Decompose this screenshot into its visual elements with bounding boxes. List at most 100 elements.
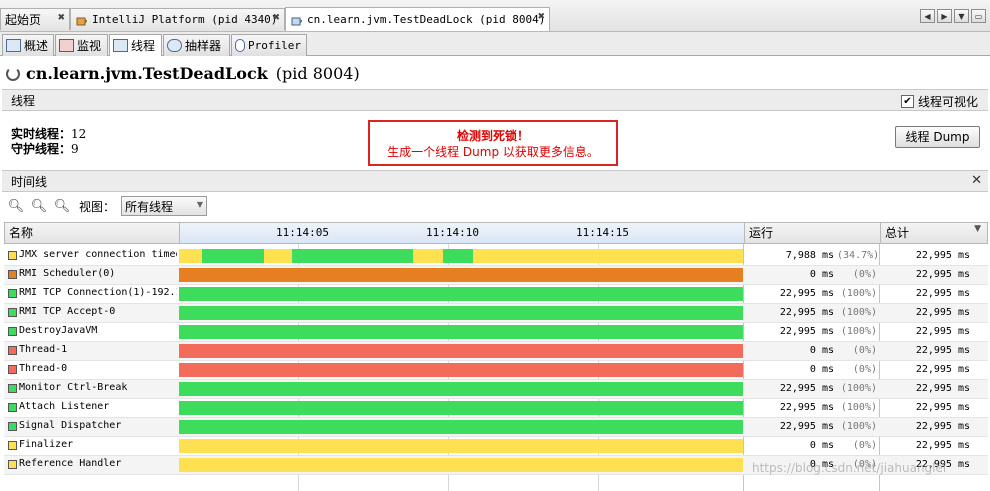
tab-test-deadlock[interactable]: cn.learn.jvm.TestDeadLock (pid 8004) ✖: [285, 7, 550, 31]
close-icon[interactable]: ✖: [537, 12, 545, 22]
tab-sampler[interactable]: 抽样器: [163, 34, 230, 56]
table-row[interactable]: JMX server connection timeout 7,988 ms (34…: [4, 247, 988, 266]
thread-timeline: [179, 439, 743, 453]
timeline-segment: [473, 249, 743, 263]
column-header-timeline[interactable]: 11:14:05 11:14:10 11:14:15: [179, 223, 745, 243]
visualize-threads-toggle[interactable]: ✔ 线程可视化: [900, 93, 978, 110]
column-options-icon[interactable]: ▼: [974, 224, 981, 234]
tab-overview[interactable]: 概述: [2, 34, 54, 56]
tab-label: 概述: [24, 39, 49, 53]
timeline-segment: [443, 249, 473, 263]
tab-profiler[interactable]: Profiler: [231, 34, 307, 56]
scroll-right-icon[interactable]: ▶: [937, 9, 952, 23]
close-icon[interactable]: ✖: [57, 13, 65, 23]
thread-name: RMI TCP Connection(1)-192.168.1.1: [19, 287, 177, 298]
daemon-threads-label: 守护线程：: [11, 142, 72, 156]
table-row[interactable]: RMI TCP Connection(1)-192.168.1.1 22,995 …: [4, 285, 988, 304]
total-time: 22,995 ms: [915, 402, 970, 413]
tab-label: 线程: [131, 39, 156, 53]
tab-label: cn.learn.jvm.TestDeadLock (pid 8004): [307, 13, 546, 26]
thread-state-swatch: [8, 270, 17, 279]
running-time: 22,995 ms: [779, 383, 834, 394]
overview-icon: [6, 39, 21, 52]
daemon-threads-value: 9: [71, 142, 79, 156]
zoom-in-icon[interactable]: 🔍︎: [6, 197, 26, 215]
running-percent: (0%): [852, 364, 877, 375]
running-time: 22,995 ms: [779, 288, 834, 299]
clock-icon: [235, 39, 246, 52]
tab-label: Profiler: [248, 39, 301, 52]
table-row[interactable]: RMI Scheduler(0) 0 ms (0%) 22,995 ms: [4, 266, 988, 285]
thread-name: JMX server connection timeout: [19, 249, 177, 260]
timeline-toolbar: 🔍︎ 🔍︎ 🔍︎ 视图： 所有线程 ▼: [6, 195, 208, 217]
threads-icon: [113, 39, 128, 52]
running-percent: (100%): [840, 383, 877, 394]
thread-dump-button[interactable]: 线程 Dump: [895, 126, 980, 148]
section-title: 时间线: [11, 174, 48, 189]
thread-table-header: 名称 11:14:05 11:14:10 11:14:15 运行 总计 ▼: [4, 222, 988, 244]
column-header-name[interactable]: 名称: [5, 223, 180, 243]
view-select[interactable]: 所有线程 ▼: [121, 196, 208, 216]
table-row[interactable]: Attach Listener 22,995 ms (100%) 22,995 ms: [4, 399, 988, 418]
table-row[interactable]: RMI TCP Accept-0 22,995 ms (100%) 22,995 ms: [4, 304, 988, 323]
live-threads-label: 实时线程：: [11, 127, 72, 141]
zoom-out-icon[interactable]: 🔍︎: [29, 197, 49, 215]
timeline-segment: [264, 249, 292, 263]
deadlock-message: 生成一个线程 Dump 以获取更多信息。: [387, 145, 599, 159]
thread-state-swatch: [8, 441, 17, 450]
timeline-tick: 11:14:10: [426, 226, 479, 239]
thread-timeline: [179, 363, 743, 377]
table-row[interactable]: DestroyJavaVM 22,995 ms (100%) 22,995 ms: [4, 323, 988, 342]
view-label: 视图：: [79, 199, 116, 214]
thread-timeline: [179, 420, 743, 434]
thread-timeline: [179, 458, 743, 472]
thread-state-swatch: [8, 365, 17, 374]
tab-list-icon[interactable]: ▼: [954, 9, 969, 23]
scroll-left-icon[interactable]: ◀: [920, 9, 935, 23]
close-icon[interactable]: ✖: [272, 13, 280, 23]
threads-section-header: 线程 ✔ 线程可视化: [2, 89, 988, 111]
thread-state-swatch: [8, 308, 17, 317]
column-header-total[interactable]: 总计: [881, 223, 987, 243]
page-title: cn.learn.jvm.TestDeadLock (pid 8004): [6, 64, 360, 83]
timeline-segment: [179, 420, 743, 434]
section-title: 线程: [11, 93, 36, 108]
total-time: 22,995 ms: [915, 326, 970, 337]
table-row[interactable]: Monitor Ctrl-Break 22,995 ms (100%) 22,995 …: [4, 380, 988, 399]
tab-intellij-platform[interactable]: IntelliJ Platform (pid 4340) ✖: [70, 8, 285, 30]
timeline-segment: [413, 249, 443, 263]
thread-state-swatch: [8, 251, 17, 260]
table-row[interactable]: Finalizer 0 ms (0%) 22,995 ms: [4, 437, 988, 456]
timeline-segment: [179, 325, 743, 339]
zoom-fit-icon[interactable]: 🔍︎: [52, 197, 72, 215]
thread-name: RMI Scheduler(0): [19, 268, 116, 279]
tab-monitor[interactable]: 监视: [55, 34, 108, 56]
thread-name: DestroyJavaVM: [19, 325, 98, 336]
table-row[interactable]: Signal Dispatcher 22,995 ms (100%) 22,995 m…: [4, 418, 988, 437]
timeline-segment: [179, 458, 743, 472]
thread-state-swatch: [8, 289, 17, 298]
checkbox[interactable]: ✔: [900, 95, 914, 108]
running-percent: (0%): [852, 345, 877, 356]
java-cup-icon: [76, 17, 87, 25]
timeline-segment: [179, 344, 743, 358]
column-header-running[interactable]: 运行: [745, 223, 881, 243]
document-tab-bar: 起始页 ✖ IntelliJ Platform (pid 4340) ✖ cn.…: [0, 0, 990, 32]
total-time: 22,995 ms: [915, 345, 970, 356]
table-row[interactable]: Thread-0 0 ms (0%) 22,995 ms: [4, 361, 988, 380]
live-threads-value: 12: [71, 127, 87, 141]
running-percent: (100%): [840, 421, 877, 432]
thread-state-swatch: [8, 422, 17, 431]
timeline-tick: 11:14:05: [276, 226, 329, 239]
table-row[interactable]: Thread-1 0 ms (0%) 22,995 ms: [4, 342, 988, 361]
total-time: 22,995 ms: [915, 364, 970, 375]
running-time: 0 ms: [809, 345, 834, 356]
tab-start-page[interactable]: 起始页 ✖: [0, 8, 70, 30]
total-time: 22,995 ms: [915, 421, 970, 432]
timeline-segment: [179, 382, 743, 396]
close-icon[interactable]: ✕: [971, 173, 982, 188]
maximize-icon[interactable]: ▭: [971, 9, 986, 23]
running-time: 0 ms: [809, 364, 834, 375]
java-cup-icon: [291, 17, 302, 25]
tab-threads[interactable]: 线程: [109, 34, 162, 56]
